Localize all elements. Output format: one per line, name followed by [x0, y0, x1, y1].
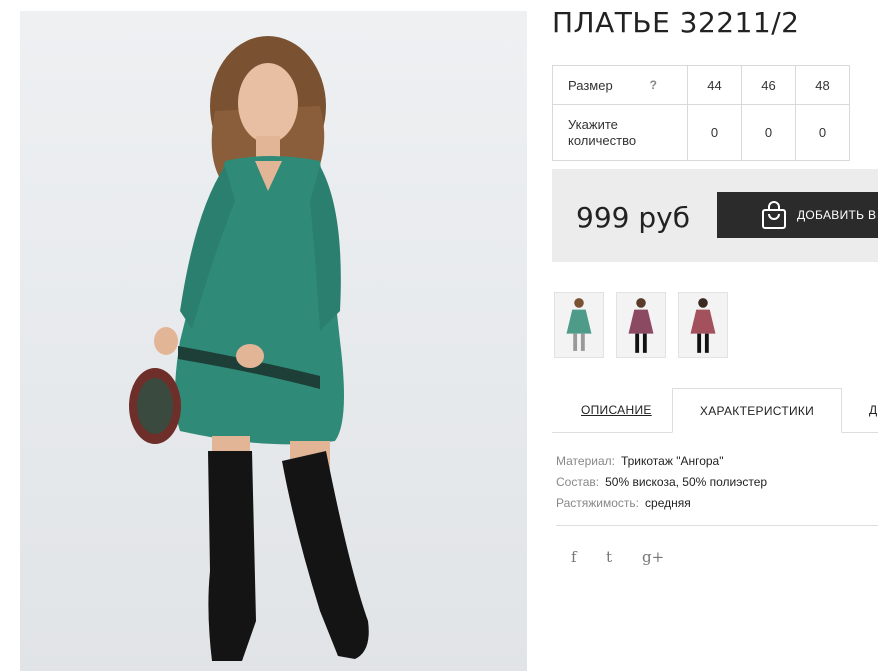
quantity-label-line1: Укажите	[568, 116, 618, 132]
spec-row-stretch: Растяжимость: средняя	[556, 493, 767, 514]
spec-row-composition: Состав: 50% вискоза, 50% полиэстер	[556, 472, 767, 493]
quantity-label-line2: количество	[568, 132, 637, 148]
characteristics-list: Материал: Трикотаж "Ангора" Состав: 50% ви…	[556, 451, 767, 514]
specs-divider	[556, 525, 878, 526]
size-row: Размер ? 44 46 48	[552, 65, 850, 105]
help-icon[interactable]: ?	[650, 78, 657, 92]
add-to-cart-label: ДОБАВИТЬ В КОРЗИНУ	[797, 208, 878, 222]
spec-key: Растяжимость:	[556, 496, 640, 510]
shopping-bag-icon	[761, 200, 787, 230]
dress-thumbnail-plum-icon	[628, 298, 654, 353]
size-quantity-table: Размер ? 44 46 48 Укажите количество 0 0…	[552, 65, 850, 161]
spec-key: Материал:	[556, 454, 615, 468]
quantity-label-cell: Укажите количество	[552, 104, 688, 161]
quantity-row: Укажите количество 0 0 0	[552, 104, 850, 161]
tab-third[interactable]: Д	[869, 388, 877, 433]
spec-key: Состав:	[556, 475, 600, 489]
product-tabs: ОПИСАНИЕ ХАРАКТЕРИСТИКИ Д	[552, 388, 878, 433]
tab-description[interactable]: ОПИСАНИЕ	[581, 388, 652, 433]
dress-thumbnail-rose-icon	[690, 298, 716, 353]
model-in-dress-image	[129, 36, 369, 661]
quantity-input-44[interactable]: 0	[687, 104, 742, 161]
spec-value: 50% вискоза, 50% полиэстер	[605, 475, 768, 489]
dress-thumbnail-green-icon	[566, 298, 592, 351]
google-plus-icon[interactable]: g+	[642, 548, 664, 566]
size-label-cell: Размер ?	[552, 65, 688, 105]
quantity-input-48[interactable]: 0	[795, 104, 850, 161]
tab-characteristics[interactable]: ХАРАКТЕРИСТИКИ	[672, 388, 842, 433]
facebook-icon[interactable]: f	[571, 548, 577, 566]
thumbnail-3[interactable]	[678, 292, 728, 358]
spec-row-material: Материал: Трикотаж "Ангора"	[556, 451, 767, 472]
thumbnail-2[interactable]	[616, 292, 666, 358]
size-44: 44	[687, 65, 742, 105]
size-46: 46	[741, 65, 796, 105]
price-panel: 999 руб ДОБАВИТЬ В КОРЗИНУ	[552, 169, 878, 262]
spec-value: Трикотаж "Ангора"	[620, 454, 724, 468]
price-value: 999 руб	[576, 201, 690, 234]
product-main-photo[interactable]	[20, 11, 527, 671]
size-label: Размер	[568, 77, 613, 93]
size-48: 48	[795, 65, 850, 105]
spec-value: средняя	[645, 496, 691, 510]
product-title: ПЛАТЬЕ 32211/2	[552, 6, 800, 39]
quantity-input-46[interactable]: 0	[741, 104, 796, 161]
twitter-icon[interactable]: t	[606, 548, 612, 566]
thumbnail-1[interactable]	[554, 292, 604, 358]
add-to-cart-button[interactable]: ДОБАВИТЬ В КОРЗИНУ	[717, 192, 878, 238]
